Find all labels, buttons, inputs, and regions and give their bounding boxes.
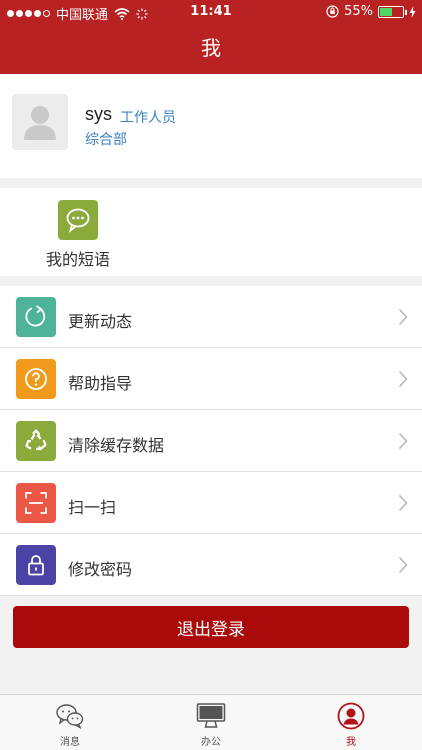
shortcut-label: 我的短语 (45, 250, 110, 269)
menu-label: 扫一扫 (68, 498, 117, 517)
user-name: sys (85, 104, 112, 124)
battery-percent: 55% (344, 4, 373, 19)
menu-label: 更新动态 (68, 312, 133, 331)
user-department: 综合部 (85, 132, 127, 148)
speech-bubble-icon (58, 200, 98, 240)
logout-area: 退出登录 (0, 596, 422, 650)
charging-bolt-icon (409, 5, 416, 18)
battery-level (380, 7, 392, 16)
menu-item-updates[interactable]: 更新动态 (0, 286, 422, 348)
menu-label: 修改密码 (68, 560, 133, 579)
user-icon (336, 701, 366, 731)
status-right: 55% (326, 4, 416, 19)
default-avatar-icon (12, 94, 68, 150)
tab-label: 消息 (60, 737, 80, 748)
tab-label: 办公 (201, 737, 221, 748)
avatar[interactable] (12, 94, 68, 150)
chevron-right-icon (398, 494, 408, 512)
logout-button[interactable]: 退出登录 (13, 606, 409, 648)
chevron-right-icon (398, 370, 408, 388)
menu-item-scan[interactable]: 扫一扫 (0, 472, 422, 534)
monitor-icon (196, 701, 226, 731)
menu-item-change-password[interactable]: 修改密码 (0, 534, 422, 596)
menu-label: 清除缓存数据 (68, 436, 165, 455)
menu-label: 帮助指导 (68, 374, 133, 393)
scan-icon (16, 483, 56, 523)
chevron-right-icon (398, 308, 408, 326)
lock-icon (16, 545, 56, 585)
tab-messages[interactable]: 消息 (25, 701, 115, 748)
settings-menu: 更新动态 帮助指导 清除缓存数据 扫一扫 修改密码 (0, 286, 422, 596)
menu-item-help[interactable]: 帮助指导 (0, 348, 422, 410)
tab-bar: 消息 办公 我 (0, 694, 422, 750)
tab-me[interactable]: 我 (306, 701, 396, 748)
profile-card[interactable]: sys 工作人员 综合部 (0, 74, 422, 178)
tab-label: 我 (346, 737, 356, 748)
battery-icon (378, 5, 407, 18)
menu-item-clear-cache[interactable]: 清除缓存数据 (0, 410, 422, 472)
user-role: 工作人员 (120, 110, 176, 126)
shortcut-my-phrases[interactable]: 我的短语 (40, 200, 116, 270)
recycle-icon (16, 421, 56, 461)
status-bar: 中国联通 11:41 55% (0, 0, 422, 24)
page-title: 我 (201, 36, 221, 60)
rotation-lock-icon (326, 5, 339, 18)
chevron-right-icon (398, 432, 408, 450)
refresh-icon (16, 297, 56, 337)
chevron-right-icon (398, 556, 408, 574)
help-icon (16, 359, 56, 399)
header-bar: 中国联通 11:41 55% 我 (0, 0, 422, 74)
chat-icon (55, 701, 85, 731)
shortcut-panel: 我的短语 (0, 188, 422, 276)
tab-office[interactable]: 办公 (166, 701, 256, 748)
